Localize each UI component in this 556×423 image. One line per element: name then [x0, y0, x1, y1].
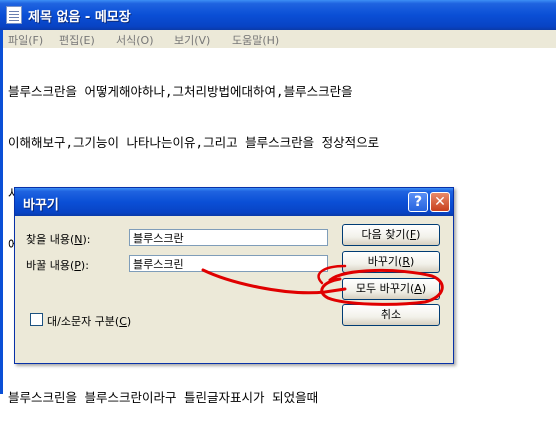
replace-all-end: ) [421, 282, 427, 295]
menu-file[interactable]: 파일(F) [8, 32, 43, 48]
match-case-key: C [119, 315, 127, 328]
menu-bar: 파일(F) 편집(E) 서식(O) 보기(V) 도움말(H) [0, 30, 556, 48]
dialog-title-bar[interactable]: 바꾸기 ? ✕ [15, 188, 453, 216]
find-next-text: 다음 찾기( [361, 228, 410, 241]
replace-label: 바꿀 내용(P): [26, 257, 89, 273]
find-next-end: ) [416, 228, 421, 241]
find-label-text: 찾을 내용( [26, 233, 75, 246]
replace-label-end: ): [80, 259, 89, 272]
find-label-end: ): [82, 233, 91, 246]
replace-label-key: P [74, 259, 81, 272]
close-icon[interactable]: ✕ [430, 192, 450, 212]
find-label: 찾을 내용(N): [26, 231, 91, 247]
replace-button[interactable]: 바꾸기(R) [342, 251, 440, 273]
menu-format[interactable]: 서식(O) [116, 32, 153, 48]
find-label-key: N [74, 233, 83, 246]
window-title: 제목 없음 - 메모장 [28, 10, 131, 25]
cancel-button[interactable]: 취소 [342, 304, 440, 326]
match-case-end: ) [126, 315, 132, 328]
replace-all-button[interactable]: 모두 바꾸기(A) [342, 278, 440, 300]
editor-line: 이해해보구,그기능이 나타나는이유,그리고 블루스크란을 정상적으로 [8, 135, 380, 150]
window-frame-left [0, 30, 3, 394]
menu-view[interactable]: 보기(V) [174, 32, 210, 48]
replace-all-text: 모두 바꾸기( [355, 282, 415, 295]
editor-line: 블루스크란을 어떻게해야하나,그처리방법에대하여,블루스크란을 [8, 84, 353, 99]
menu-edit[interactable]: 편집(E) [59, 32, 95, 48]
replace-all-key: A [414, 282, 422, 295]
replace-key: R [402, 255, 410, 268]
dialog-title: 바꾸기 [23, 198, 59, 213]
replace-end: ) [410, 255, 415, 268]
menu-help[interactable]: 도움말(H) [232, 32, 279, 48]
find-next-button[interactable]: 다음 찾기(F) [342, 224, 440, 246]
find-input[interactable] [129, 229, 328, 246]
replace-text: 바꾸기( [367, 255, 403, 268]
notepad-icon [6, 6, 22, 24]
replace-input[interactable] [129, 255, 328, 272]
replace-label-text: 바꿀 내용( [26, 259, 75, 272]
match-case-text: 대/소문자 구분( [47, 315, 120, 328]
window-title-bar[interactable]: 제목 없음 - 메모장 [0, 0, 556, 30]
editor-line: 블루스크린을 블루스크란이라구 틀린글자표시가 되었을때 [8, 390, 319, 405]
replace-dialog: 바꾸기 ? ✕ 찾을 내용(N): 바꿀 내용(P): 다음 찾기(F) 바꾸기… [14, 187, 454, 364]
match-case-label[interactable]: 대/소문자 구분(C) [47, 313, 131, 329]
match-case-checkbox[interactable] [30, 313, 43, 326]
help-icon[interactable]: ? [408, 192, 428, 212]
